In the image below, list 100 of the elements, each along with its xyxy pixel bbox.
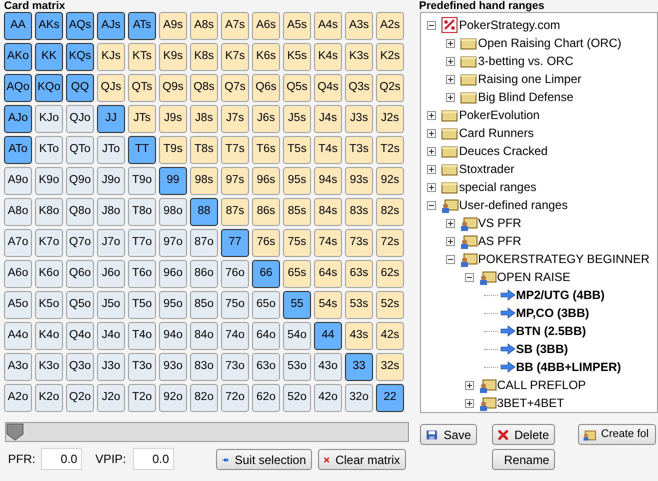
hand-cell[interactable]: AKs [35,12,63,40]
hand-cell[interactable]: 87o [190,229,218,257]
hand-cell[interactable]: 53s [345,291,373,319]
create-folder-button[interactable]: Create fol [578,424,656,445]
hand-cell[interactable]: K6o [35,260,63,288]
tree-item[interactable]: BTN (2.5BB) [516,322,586,340]
hand-cell[interactable]: 64o [252,322,280,350]
hand-cell[interactable]: JTo [97,136,125,164]
hand-cell[interactable]: QTo [66,136,94,164]
hand-cell[interactable]: KQs [66,43,94,71]
hand-cell[interactable]: 33 [345,353,373,381]
hand-cell[interactable]: Q7o [66,229,94,257]
hand-cell[interactable]: 32s [376,353,404,381]
expand-icon[interactable] [427,182,436,192]
hand-cell[interactable]: QTs [128,74,156,102]
tree-item[interactable]: 3-betting vs. ORC [478,52,574,70]
save-button[interactable]: Save [420,424,477,445]
hand-cell[interactable]: K7o [35,229,63,257]
hand-cell[interactable]: 83s [345,198,373,226]
hand-cell[interactable]: T6o [128,260,156,288]
hand-cell[interactable]: K9o [35,167,63,195]
hand-cell[interactable]: 94s [314,167,342,195]
hand-cell[interactable]: K5s [283,43,311,71]
hand-cell[interactable]: J4s [314,105,342,133]
hand-cell[interactable]: 82s [376,198,404,226]
hand-cell[interactable]: T9s [159,136,187,164]
hand-cell[interactable]: AKo [4,43,32,71]
hand-cell[interactable]: J7o [97,229,125,257]
hand-cell[interactable]: 95o [159,291,187,319]
hand-cell[interactable]: K4s [314,43,342,71]
hand-cell[interactable]: Q4s [314,74,342,102]
hand-cell[interactable]: K6s [252,43,280,71]
hand-cell[interactable]: J7s [221,105,249,133]
hand-cell[interactable]: 64s [314,260,342,288]
hand-cell[interactable]: 77 [221,229,249,257]
hand-cell[interactable]: 74o [221,322,249,350]
hand-cell[interactable]: K4o [35,322,63,350]
tree-item[interactable]: AS PFR [478,232,522,250]
hand-cell[interactable]: KTs [128,43,156,71]
pfr-field[interactable]: 0.0 [41,448,82,470]
hand-cell[interactable]: A5o [4,291,32,319]
hand-cell[interactable]: K5o [35,291,63,319]
hand-cell[interactable]: 62o [252,384,280,412]
hand-cell[interactable]: T5o [128,291,156,319]
tree-item[interactable]: PokerEvolution [459,106,540,124]
hand-cell[interactable]: Q3o [66,353,94,381]
hand-cell[interactable]: Q2o [66,384,94,412]
hand-cell[interactable]: J2o [97,384,125,412]
expand-icon[interactable] [446,56,455,66]
hand-cell[interactable]: AJo [4,105,32,133]
hand-cell[interactable]: 66 [252,260,280,288]
hand-cell[interactable]: AQo [4,74,32,102]
hand-cell[interactable]: 63s [345,260,373,288]
hand-cell[interactable]: 43s [345,322,373,350]
expand-icon[interactable] [465,398,474,408]
hand-cell[interactable]: 75s [283,229,311,257]
hand-cell[interactable]: 98s [190,167,218,195]
hand-cell[interactable]: J5o [97,291,125,319]
hand-cell[interactable]: 72s [376,229,404,257]
hand-cell[interactable]: T6s [252,136,280,164]
hand-cell[interactable]: 52o [283,384,311,412]
hand-cell[interactable]: ATo [4,136,32,164]
hand-cell[interactable]: J4o [97,322,125,350]
hand-cell[interactable]: A6o [4,260,32,288]
hand-cell[interactable]: 98o [159,198,187,226]
hand-cell[interactable]: 52s [376,291,404,319]
hand-cell[interactable]: 43o [314,353,342,381]
hand-cell[interactable]: 87s [221,198,249,226]
hand-cell[interactable]: J3s [345,105,373,133]
hand-cell[interactable]: ATs [128,12,156,40]
hand-cell[interactable]: 53o [283,353,311,381]
hand-cell[interactable]: 54s [314,291,342,319]
hand-cell[interactable]: K9s [159,43,187,71]
collapse-icon[interactable] [427,20,436,30]
hand-cell[interactable]: AJs [97,12,125,40]
hand-cell[interactable]: 82o [190,384,218,412]
hand-cell[interactable]: Q8o [66,198,94,226]
tree-item[interactable]: VS PFR [478,214,522,232]
hand-cell[interactable]: J9s [159,105,187,133]
hand-cell[interactable]: K3s [345,43,373,71]
hand-cell[interactable]: K3o [35,353,63,381]
hand-cell[interactable]: A3o [4,353,32,381]
hand-cell[interactable]: QJs [97,74,125,102]
hand-cell[interactable]: 95s [283,167,311,195]
hand-cell[interactable]: T5s [283,136,311,164]
collapse-icon[interactable] [465,272,474,282]
hand-cell[interactable]: K8o [35,198,63,226]
expand-icon[interactable] [446,92,455,102]
hand-cell[interactable]: A2s [376,12,404,40]
hand-cell[interactable]: JJ [97,105,125,133]
expand-icon[interactable] [465,380,474,390]
tree-item[interactable]: BB (4BB+LIMPER) [516,358,622,376]
hand-cell[interactable]: T8s [190,136,218,164]
hand-cell[interactable]: T2o [128,384,156,412]
hand-cell[interactable]: Q9s [159,74,187,102]
hand-cell[interactable]: AA [4,12,32,40]
hand-cell[interactable]: J9o [97,167,125,195]
hand-cell[interactable]: 85o [190,291,218,319]
hand-cell[interactable]: 88 [190,198,218,226]
hand-cell[interactable]: T2s [376,136,404,164]
